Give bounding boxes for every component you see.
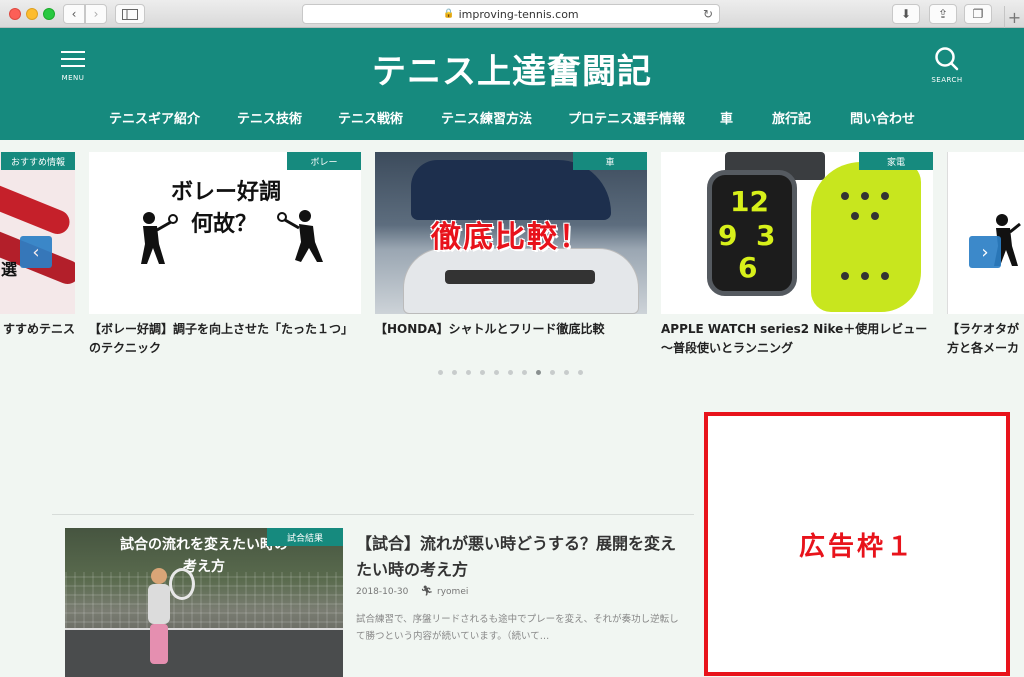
category-badge[interactable]: 試合結果 [267, 528, 343, 546]
nav-item-tennis-technique[interactable]: テニス技術 [237, 108, 302, 127]
carousel-dot[interactable] [494, 370, 499, 375]
card-thumbnail[interactable]: ボレー好調 何故？ ボレー [89, 152, 361, 314]
site-title[interactable]: テニス上達奮闘記 [0, 44, 1024, 93]
card-thumbnail[interactable]: 徹底比較！ 車 [375, 152, 647, 314]
category-badge[interactable]: ボレー [287, 152, 361, 170]
carousel-dot[interactable] [536, 370, 541, 375]
nav-item-tennis-tactics[interactable]: テニス戦術 [338, 108, 403, 127]
downloads-button[interactable]: ⬇ [892, 4, 920, 24]
carousel-dot[interactable] [522, 370, 527, 375]
card-title[interactable]: APPLE WATCH series2 Nike＋使用レビュー 〜普段使いとラン… [661, 320, 933, 358]
child-player-figure [145, 568, 171, 668]
featured-carousel: 選 おすすめ情報 すすめテニス ボレー好調 何故？ ボレー 【ボレー好調】調子を… [0, 152, 1024, 392]
card-title[interactable]: 【ラケオタが方と各メーカ [947, 320, 1024, 360]
carousel-dot[interactable] [452, 370, 457, 375]
tennis-player-silhouette [141, 212, 178, 264]
nav-item-cars[interactable]: 車 [720, 108, 733, 127]
reload-icon[interactable]: ↻ [703, 7, 713, 21]
new-tab-button[interactable]: + [1004, 6, 1024, 28]
site-header: MENU テニス上達奮闘記 SEARCH テニスギア紹介 テニス技術 テニス戦術… [0, 28, 1024, 140]
article-thumbnail[interactable]: 試合の流れを変えたい時の 考え方 試合結果 [65, 528, 343, 677]
minimize-window-button[interactable] [26, 8, 38, 20]
nav-item-pro-players[interactable]: プロテニス選手情報 [568, 108, 685, 127]
carousel-dot[interactable] [480, 370, 485, 375]
nav-item-contact[interactable]: 問い合わせ [850, 108, 915, 127]
back-button[interactable]: ‹ [63, 4, 85, 24]
zoom-window-button[interactable] [43, 8, 55, 20]
ad-slot[interactable]: 広告枠１ [704, 412, 1010, 676]
card-thumbnail[interactable]: 選 おすすめ情報 [0, 152, 75, 314]
card-thumbnail[interactable] [947, 152, 1024, 314]
lock-icon: 🔒 [443, 9, 455, 19]
chevron-left-icon: ‹ [32, 241, 40, 263]
card-thumbnail[interactable]: 12 9 3 6 家電 [661, 152, 933, 314]
carousel-dot[interactable] [466, 370, 471, 375]
article-meta: 2018-10-30 🏃︎ ryomei [356, 586, 468, 597]
article-title[interactable]: 【試合】流れが悪い時どうする？展開を変えたい時の考え方 [356, 531, 682, 583]
sidebar-icon [122, 8, 138, 20]
watch-face: 12 9 3 6 [707, 170, 797, 296]
carousel-dot[interactable] [564, 370, 569, 375]
ad-label: 広告枠１ [798, 531, 915, 562]
nav-item-tennis-gear[interactable]: テニスギア紹介 [109, 108, 200, 127]
plus-icon: + [1007, 7, 1022, 27]
article-excerpt: 試合練習で、序盤リードされるも途中でプレーを変え、それが奏功し逆転して勝つという… [356, 614, 679, 642]
chevron-left-icon: ‹ [71, 7, 77, 21]
carousel-dot[interactable] [438, 370, 443, 375]
carousel-dot[interactable] [508, 370, 513, 375]
show-tabs-button[interactable]: ❐ [964, 4, 992, 24]
global-nav: テニスギア紹介 テニス技術 テニス戦術 テニス練習方法 プロテニス選手情報 車 … [0, 108, 1024, 128]
chevron-right-icon: › [93, 7, 99, 21]
card-title[interactable]: すすめテニス [0, 320, 75, 339]
carousel-prev-button[interactable]: ‹ [20, 236, 52, 268]
close-window-button[interactable] [9, 8, 21, 20]
browser-toolbar: ‹ › 🔒 improving-tennis.com ↻ ⬇ ⇪ ❐ + [0, 0, 1024, 28]
carousel-dot[interactable] [550, 370, 555, 375]
card-title[interactable]: 【HONDA】シャトルとフリード徹底比較 [375, 320, 647, 339]
tennis-player-silhouette [277, 210, 323, 262]
download-icon: ⬇ [900, 7, 912, 21]
article-date: 2018-10-30 [356, 586, 409, 597]
carousel-dot[interactable] [578, 370, 583, 375]
tabs-icon: ❐ [972, 7, 984, 21]
search-icon [935, 47, 959, 71]
forward-button[interactable]: › [85, 4, 107, 24]
nav-item-practice-methods[interactable]: テニス練習方法 [441, 108, 532, 127]
thumb-text-line2: 考え方 [183, 559, 225, 575]
share-button[interactable]: ⇪ [929, 4, 957, 24]
address-bar[interactable]: 🔒 improving-tennis.com ↻ [302, 4, 720, 24]
nav-item-travel[interactable]: 旅行記 [772, 108, 811, 127]
article-author[interactable]: ryomei [437, 587, 468, 597]
category-badge[interactable]: おすすめ情報 [1, 152, 75, 170]
chevron-right-icon: › [981, 241, 989, 263]
search-label: SEARCH [931, 76, 963, 84]
search-button[interactable]: SEARCH [930, 46, 964, 94]
carousel-next-button[interactable]: › [969, 236, 1001, 268]
author-icon: 🏃︎ [420, 586, 434, 597]
card-title[interactable]: 【ボレー好調】調子を向上させた「たった１つ」のテクニック [89, 320, 361, 358]
url-text: improving-tennis.com [458, 7, 579, 21]
sidebar-toggle-button[interactable] [115, 4, 145, 24]
share-icon: ⇪ [937, 7, 949, 21]
category-badge[interactable]: 家電 [859, 152, 933, 170]
divider [52, 514, 694, 515]
category-badge[interactable]: 車 [573, 152, 647, 170]
